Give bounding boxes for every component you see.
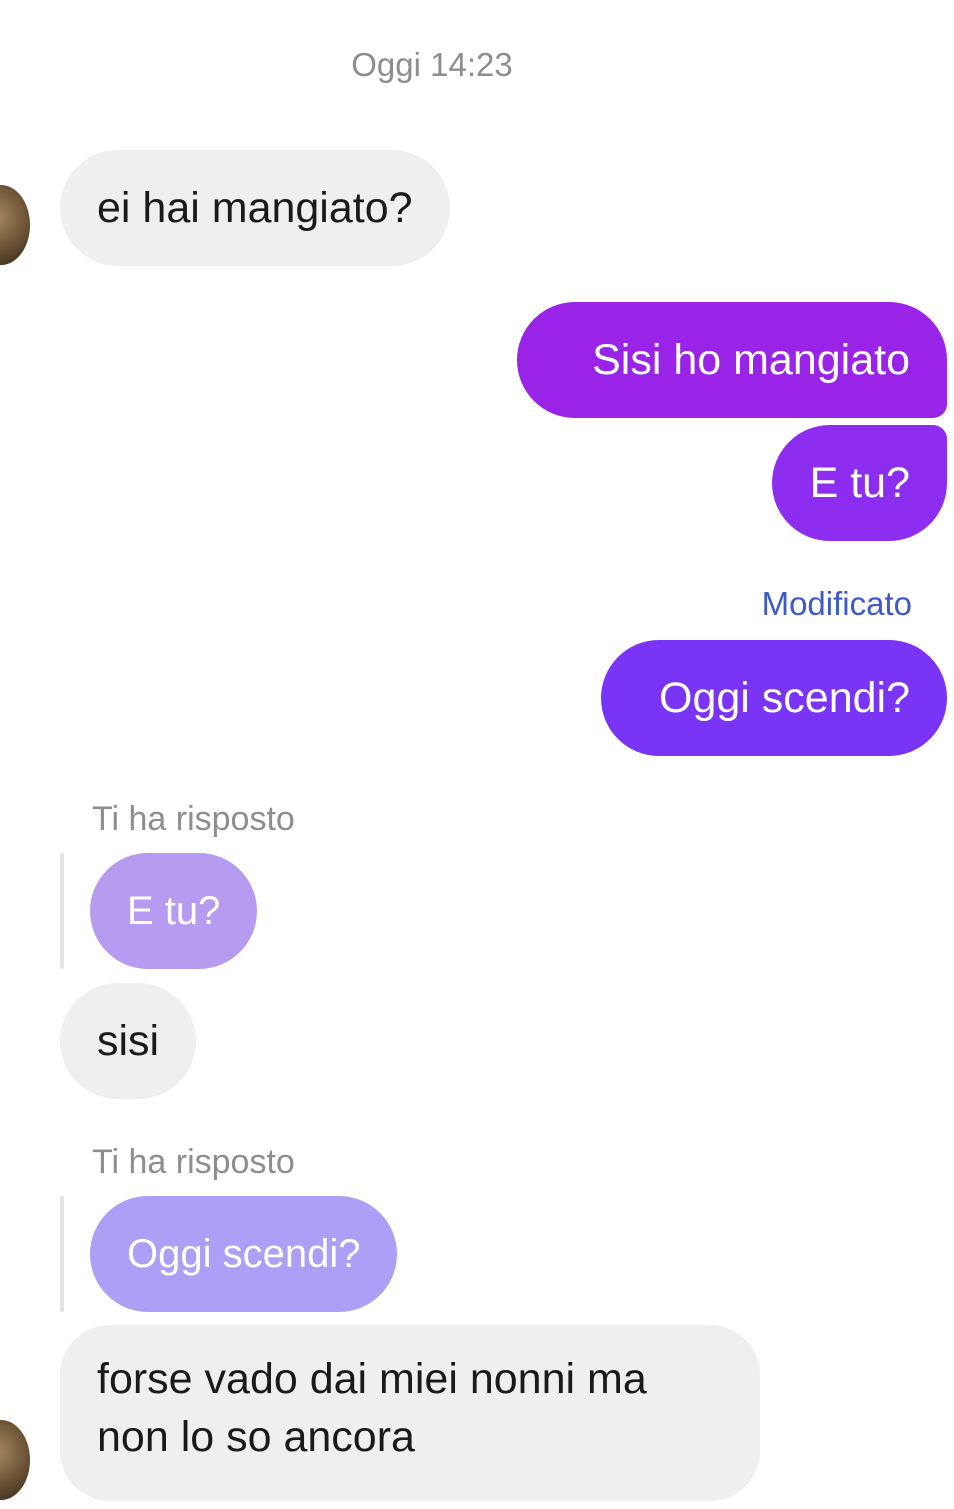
- outgoing-message[interactable]: Sisi ho mangiato: [517, 302, 947, 418]
- quoted-text: Oggi scendi?: [127, 1232, 361, 1276]
- avatar[interactable]: [0, 185, 30, 265]
- incoming-message[interactable]: forse vado dai miei nonni ma non lo so a…: [60, 1325, 760, 1501]
- incoming-message[interactable]: sisi: [60, 983, 197, 1099]
- message-text-line: non lo so ancora: [97, 1413, 415, 1461]
- incoming-message[interactable]: ei hai mangiato?: [60, 150, 450, 266]
- quoted-message[interactable]: Oggi scendi?: [90, 1196, 398, 1312]
- avatar[interactable]: [0, 1420, 30, 1500]
- edited-label[interactable]: Modificato: [762, 585, 912, 623]
- message-text: E tu?: [809, 459, 910, 507]
- quoted-text: E tu?: [127, 889, 221, 933]
- message-text-line: forse vado dai miei nonni ma: [97, 1355, 647, 1403]
- reply-quote-bar: [60, 853, 64, 969]
- message-text: ei hai mangiato?: [97, 184, 413, 232]
- quoted-message[interactable]: E tu?: [90, 853, 258, 969]
- outgoing-message[interactable]: E tu?: [772, 425, 947, 541]
- reply-quote-bar: [60, 1196, 64, 1312]
- reply-label: Ti ha risposto: [92, 1143, 295, 1181]
- message-text: sisi: [97, 1017, 160, 1065]
- message-timestamp: Oggi 14:23: [351, 46, 513, 83]
- outgoing-message[interactable]: Oggi scendi?: [601, 640, 947, 756]
- reply-label: Ti ha risposto: [92, 800, 295, 838]
- message-text: Oggi scendi?: [659, 674, 910, 722]
- message-text: Sisi ho mangiato: [592, 336, 910, 384]
